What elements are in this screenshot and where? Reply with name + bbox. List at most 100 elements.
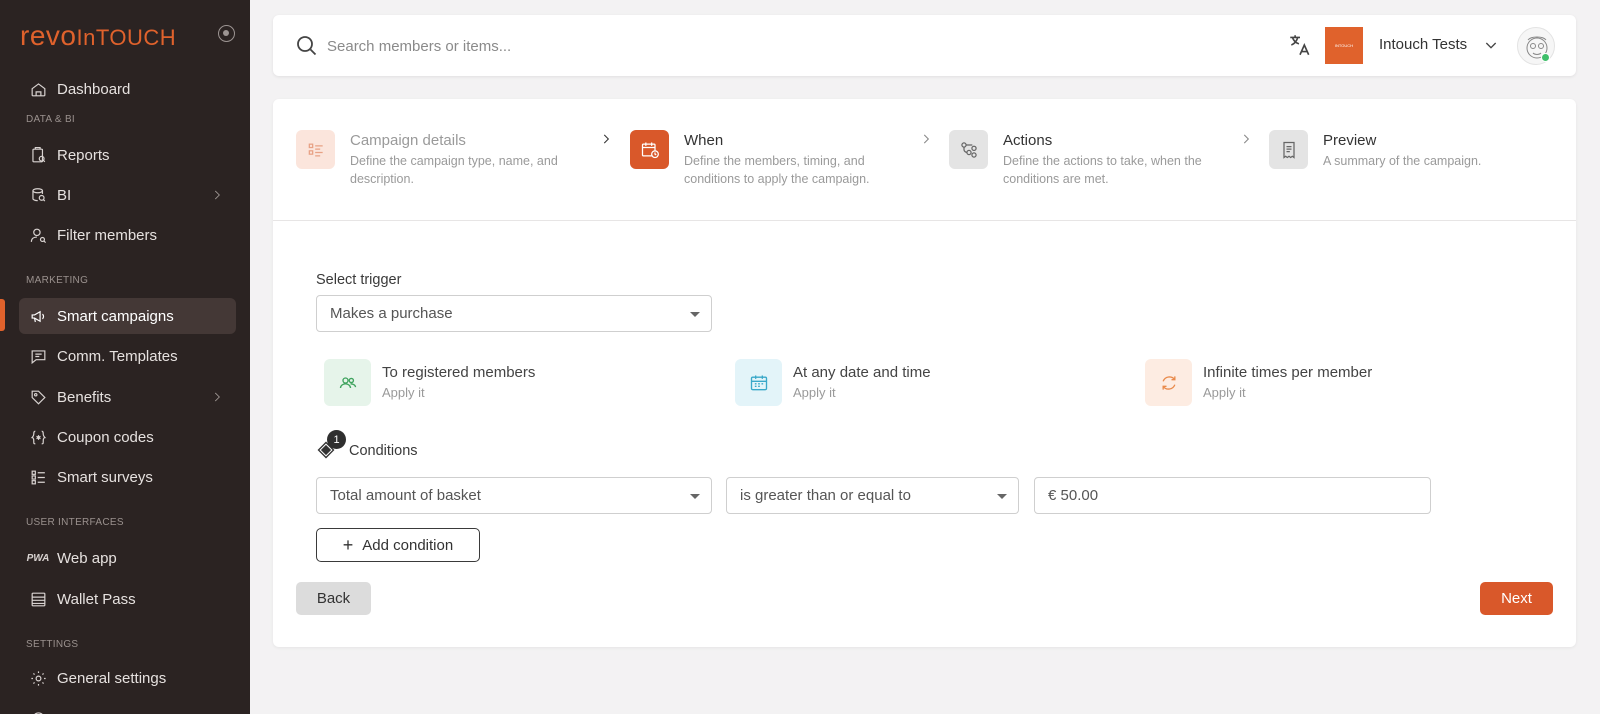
- condition-operator-select[interactable]: is greater than or equal to: [726, 477, 1019, 514]
- trigger-label: Select trigger: [316, 272, 402, 288]
- step-preview[interactable]: Preview A summary of the campaign.: [1269, 130, 1549, 190]
- section-label-settings: SETTINGS: [26, 639, 79, 650]
- members-icon: [324, 359, 371, 406]
- chevron-right-icon: [210, 390, 224, 404]
- sidebar-collapse-toggle-icon[interactable]: [218, 25, 235, 42]
- dropdown-caret-icon: [690, 494, 700, 499]
- section-label-user-interfaces: USER INTERFACES: [26, 517, 124, 528]
- repeat-icon: [1145, 359, 1192, 406]
- translate-icon[interactable]: [1287, 32, 1313, 58]
- chevron-down-icon[interactable]: [1483, 37, 1499, 53]
- list-details-icon: [296, 130, 335, 169]
- summary-subtitle: Apply it: [382, 385, 425, 400]
- conditions-count-badge: 1: [327, 430, 346, 449]
- sidebar-item-smart-campaigns[interactable]: Smart campaigns: [19, 298, 236, 334]
- step-actions[interactable]: Actions Define the actions to take, when…: [949, 130, 1219, 190]
- conditions-label: Conditions: [349, 443, 418, 459]
- sidebar-item-general-settings[interactable]: General settings: [19, 660, 236, 696]
- sidebar-item-label: General settings: [57, 669, 167, 687]
- condition-field-value: Total amount of basket: [330, 487, 481, 504]
- top-bar: INTOUCH Intouch Tests: [273, 15, 1576, 76]
- coupon-code-icon: [28, 427, 48, 447]
- search-input[interactable]: [327, 33, 927, 59]
- campaign-wizard-card: Campaign details Define the campaign typ…: [273, 99, 1576, 647]
- message-icon: [28, 346, 48, 366]
- account-name[interactable]: Intouch Tests: [1379, 36, 1467, 53]
- chevron-right-icon: [599, 132, 613, 146]
- condition-value-input[interactable]: € 50.00: [1034, 477, 1431, 514]
- sidebar-item-filter-members[interactable]: Filter members: [19, 217, 236, 253]
- sidebar-item-label: Smart campaigns: [57, 307, 174, 325]
- condition-field-select[interactable]: Total amount of basket: [316, 477, 712, 514]
- add-condition-button[interactable]: + Add condition: [316, 528, 480, 562]
- sidebar-item-label: Web app: [57, 549, 117, 567]
- summary-frequency[interactable]: Infinite times per member Apply it: [1145, 359, 1465, 407]
- sidebar-item-label: Coupon codes: [57, 428, 154, 446]
- sidebar-item-wallet-pass[interactable]: Wallet Pass: [19, 581, 236, 617]
- partial-icon: [28, 708, 48, 714]
- actions-flow-icon: [949, 130, 988, 169]
- pwa-icon: PWA: [26, 552, 50, 564]
- sidebar-item-label: Wallet Pass: [57, 590, 136, 608]
- brand-logo-tile[interactable]: INTOUCH: [1325, 27, 1363, 64]
- sidebar-item-web-app[interactable]: PWA Web app: [19, 540, 236, 576]
- online-status-dot: [1541, 53, 1550, 62]
- step-description: Define the campaign type, name, and desc…: [350, 154, 558, 186]
- step-description: Define the actions to take, when the con…: [1003, 154, 1202, 186]
- step-description: Define the members, timing, and conditio…: [684, 154, 870, 186]
- user-search-icon: [28, 225, 48, 245]
- dropdown-caret-icon: [997, 494, 1007, 499]
- list-check-icon: [28, 467, 48, 487]
- logo-revo: revo: [20, 20, 77, 51]
- trigger-select[interactable]: Makes a purchase: [316, 295, 712, 332]
- summary-title: Infinite times per member: [1203, 364, 1373, 381]
- sidebar-item-label: Smart surveys: [57, 468, 153, 486]
- sidebar-item-smart-surveys[interactable]: Smart surveys: [19, 459, 236, 495]
- sidebar-item-label: Reports: [57, 146, 110, 164]
- summary-members[interactable]: To registered members Apply it: [324, 359, 624, 407]
- summary-subtitle: Apply it: [793, 385, 836, 400]
- step-when[interactable]: When Define the members, timing, and con…: [630, 130, 900, 190]
- home-icon: [28, 79, 48, 99]
- step-title: Campaign details: [350, 132, 466, 149]
- revo-intouch-logo: revo InTOUCH: [20, 20, 176, 51]
- sidebar-item-label: Benefits: [57, 388, 112, 406]
- sidebar-item-reports[interactable]: Reports: [19, 137, 236, 173]
- trigger-select-value: Makes a purchase: [330, 305, 453, 322]
- step-description: A summary of the campaign.: [1323, 154, 1482, 168]
- sidebar-item-dashboard[interactable]: Dashboard: [19, 71, 236, 107]
- sidebar-item-label: Comm. Templates: [57, 347, 178, 365]
- chevron-right-icon: [919, 132, 933, 146]
- step-campaign-details[interactable]: Campaign details Define the campaign typ…: [296, 130, 586, 190]
- step-title: When: [684, 132, 724, 149]
- sidebar-item-partial[interactable]: [19, 700, 236, 714]
- receipt-icon: [1269, 130, 1308, 169]
- search-icon: [295, 34, 319, 58]
- sidebar-item-comm-templates[interactable]: Comm. Templates: [19, 338, 236, 374]
- sidebar: revo InTOUCH Dashboard DATA & BI Reports …: [0, 0, 250, 714]
- back-button[interactable]: Back: [296, 582, 371, 615]
- next-button[interactable]: Next: [1480, 582, 1553, 615]
- summary-timing[interactable]: At any date and time Apply it: [735, 359, 1035, 407]
- calendar-icon: [735, 359, 782, 406]
- steps-divider: [273, 220, 1576, 221]
- sidebar-item-coupon-codes[interactable]: Coupon codes: [19, 419, 236, 455]
- active-indicator: [0, 299, 5, 331]
- reports-icon: [28, 145, 48, 165]
- step-title: Actions: [1003, 132, 1053, 149]
- tag-icon: [28, 387, 48, 407]
- logo-intouch: InTOUCH: [76, 25, 177, 50]
- sidebar-item-bi[interactable]: BI: [19, 177, 236, 213]
- chevron-right-icon: [1239, 132, 1253, 146]
- section-label-data-bi: DATA & BI: [26, 114, 76, 125]
- gear-icon: [28, 668, 48, 688]
- database-search-icon: [28, 185, 48, 205]
- dropdown-caret-icon: [690, 312, 700, 317]
- summary-subtitle: Apply it: [1203, 385, 1246, 400]
- sidebar-item-label: BI: [57, 186, 72, 204]
- condition-operator-value: is greater than or equal to: [740, 487, 911, 504]
- sidebar-item-label: Dashboard: [57, 80, 131, 98]
- calendar-clock-icon: [630, 130, 669, 169]
- summary-title: To registered members: [382, 364, 536, 381]
- sidebar-item-benefits[interactable]: Benefits: [19, 379, 236, 415]
